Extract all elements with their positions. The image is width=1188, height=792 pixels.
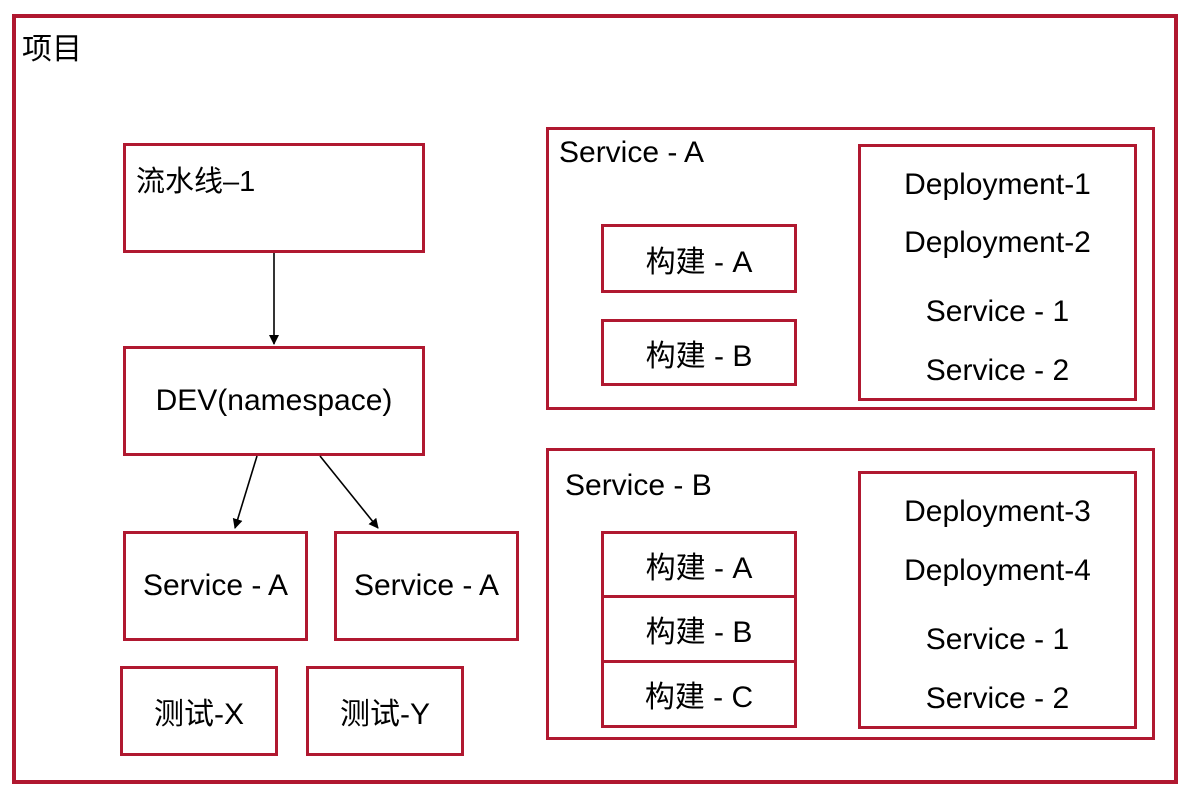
pipeline-service-a-1[interactable]: Service - A [123,531,308,641]
pipeline-service-a-2[interactable]: Service - A [334,531,519,641]
group-b-build-b-label: 构建 - B [645,616,753,649]
service-group-a-title: Service - A [559,136,705,169]
group-b-build-c[interactable]: 构建 - C [601,660,797,728]
pipeline-label: 流水线–1 [136,166,256,198]
test-y-box[interactable]: 测试-Y [306,666,464,756]
group-a-build-b-label: 构建 - B [645,339,753,373]
group-b-resources[interactable]: Deployment-3 Deployment-4 Service - 1 Se… [858,471,1137,729]
group-b-resource-2: Deployment-4 [904,554,1091,587]
group-a-build-b[interactable]: 构建 - B [601,319,797,386]
group-a-build-a[interactable]: 构建 - A [601,224,797,293]
group-b-resource-3: Service - 1 [925,623,1070,656]
group-a-resource-1: Deployment-1 [904,168,1091,201]
group-a-resource-4: Service - 2 [925,354,1070,387]
group-b-build-a-label: 构建 - A [645,551,753,585]
pipeline-service-a-2-label: Service - A [353,569,500,602]
group-a-build-a-label: 构建 - A [645,245,753,279]
test-x-box[interactable]: 测试-X [120,666,278,756]
group-a-resources[interactable]: Deployment-1 Deployment-2 Service - 1 Se… [858,144,1137,401]
group-b-build-a[interactable]: 构建 - A [601,531,797,598]
test-y-label: 测试-Y [340,698,430,731]
namespace-label: DEV(namespace) [155,384,393,417]
namespace-box[interactable]: DEV(namespace) [123,346,425,456]
project-label: 项目 [22,33,82,66]
group-a-resource-3: Service - 1 [925,295,1070,328]
group-b-build-b[interactable]: 构建 - B [601,595,797,663]
group-b-resource-4: Service - 2 [925,682,1070,715]
group-b-build-c-label: 构建 - C [644,681,754,714]
group-a-resource-2: Deployment-2 [904,226,1091,259]
service-group-b-title: Service - B [565,469,712,502]
group-b-resource-1: Deployment-3 [904,495,1091,528]
test-x-label: 测试-X [154,698,244,731]
pipeline-service-a-1-label: Service - A [142,569,289,602]
pipeline-box[interactable]: 流水线–1 [123,143,425,253]
